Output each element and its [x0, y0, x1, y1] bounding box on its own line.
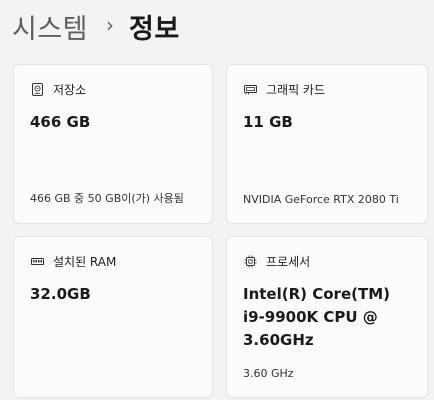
processor-icon [244, 255, 257, 268]
processor-card-header: 프로세서 [244, 253, 310, 270]
graphics-card-title: 그래픽 카드 [266, 83, 326, 97]
storage-card-header: 저장소 [31, 81, 86, 98]
graphics-card-subtitle: NVIDIA GeForce RTX 2080 Ti [243, 193, 399, 206]
processor-card-value: Intel(R) Core(TM) i9-9900K CPU @ 3.60GHz [243, 285, 390, 349]
processor-card[interactable]: 프로세서 Intel(R) Core(TM) i9-9900K CPU @ 3.… [226, 236, 428, 398]
page-title: 정보 [129, 13, 180, 45]
storage-card[interactable]: 저장소 466 GB 466 GB 중 50 GB이(가) 사용됨 [13, 64, 213, 224]
breadcrumb: 시스템 › 정보 [12, 6, 180, 46]
chevron-right-icon: › [106, 13, 115, 37]
graphics-card-value: 11 GB [243, 113, 293, 131]
graphics-card-card[interactable]: 그래픽 카드 11 GB NVIDIA GeForce RTX 2080 Ti [226, 64, 428, 224]
graphics-card-header: 그래픽 카드 [244, 81, 325, 98]
storage-card-subtitle: 466 GB 중 50 GB이(가) 사용됨 [30, 192, 184, 205]
ram-card-title: 설치된 RAM [53, 255, 117, 269]
hard-drive-icon [31, 83, 44, 96]
memory-icon [31, 255, 44, 268]
processor-card-title: 프로세서 [266, 255, 311, 269]
ram-card-value: 32.0GB [30, 285, 91, 303]
breadcrumb-system-link[interactable]: 시스템 [12, 7, 88, 46]
graphics-card-icon [244, 83, 257, 96]
storage-card-title: 저장소 [53, 83, 87, 97]
processor-card-subtitle: 3.60 GHz [243, 367, 294, 380]
storage-card-value: 466 GB [30, 113, 91, 131]
ram-card-header: 설치된 RAM [31, 253, 116, 270]
ram-card[interactable]: 설치된 RAM 32.0GB [13, 236, 213, 398]
